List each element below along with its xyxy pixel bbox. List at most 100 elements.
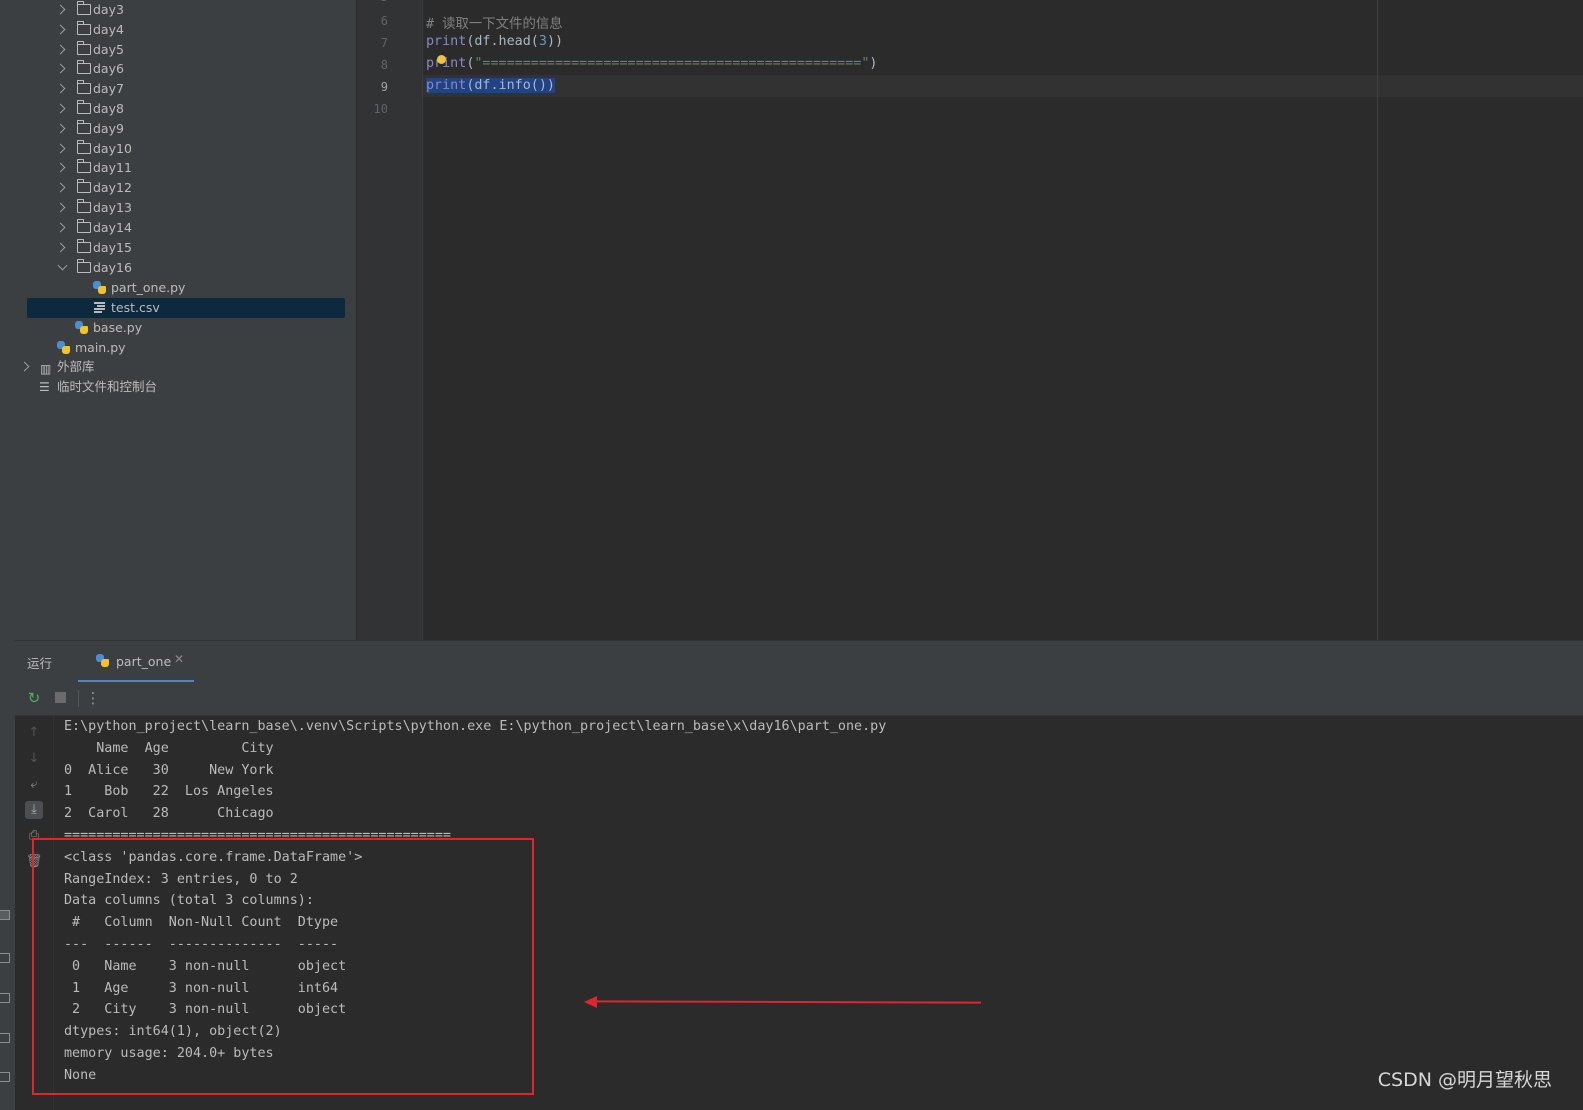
- console-line: 1 Bob 22 Los Angeles: [64, 784, 274, 800]
- python-file-icon: [93, 281, 106, 294]
- scroll-down-icon[interactable]: ↓: [25, 750, 43, 768]
- chevron-right-icon[interactable]: [55, 222, 66, 233]
- tree-folder-label: day14: [93, 219, 132, 235]
- folder-icon: [77, 40, 91, 55]
- tool-strip-marker[interactable]: [0, 1033, 10, 1043]
- tree-folder-label: day15: [93, 239, 132, 255]
- tree-folder-label: day3: [93, 2, 124, 17]
- tree-file-label: base.py: [93, 320, 143, 335]
- tree-folder-label: day8: [93, 101, 124, 116]
- chevron-right-icon[interactable]: [55, 103, 66, 114]
- run-tab-part-one[interactable]: part_one ✕: [78, 641, 194, 683]
- tool-strip-marker[interactable]: [0, 993, 10, 1003]
- tree-item-label: 临时文件和控制台: [57, 379, 158, 394]
- tree-folder-label: day5: [93, 41, 124, 57]
- chevron-right-icon[interactable]: [55, 242, 66, 253]
- chevron-right-icon[interactable]: [55, 44, 66, 55]
- console-line: 0 Alice 30 New York: [64, 762, 274, 778]
- tool-strip-marker[interactable]: [0, 953, 10, 963]
- chevron-right-icon[interactable]: [55, 83, 66, 94]
- soft-wrap-icon[interactable]: ⤶: [25, 776, 43, 794]
- folder-icon: [77, 238, 91, 253]
- tree-folder-day7[interactable]: day7: [55, 79, 355, 99]
- code-line-7[interactable]: print(df.head(3)): [426, 34, 563, 49]
- folder-icon: [77, 20, 91, 35]
- python-file-icon: [96, 654, 109, 667]
- folder-icon: [77, 179, 91, 194]
- editor-gutter: 5 6 7 8 9 10: [357, 0, 423, 640]
- tree-folder-day5[interactable]: day5: [55, 40, 355, 60]
- chevron-right-icon[interactable]: [55, 202, 66, 213]
- tree-folder-label: day12: [93, 180, 132, 196]
- tree-file-main-py[interactable]: main.py: [37, 338, 317, 358]
- folder-icon: [77, 199, 91, 213]
- folder-icon: [77, 1, 91, 15]
- chevron-right-icon[interactable]: [55, 182, 66, 193]
- tool-strip-marker[interactable]: [0, 1072, 10, 1082]
- chevron-right-icon[interactable]: [55, 143, 66, 154]
- code-line-9[interactable]: print(df.info()): [426, 78, 555, 93]
- right-margin-guide: [1377, 0, 1378, 640]
- chevron-right-icon[interactable]: [55, 24, 66, 35]
- chevron-right-icon[interactable]: [55, 162, 66, 173]
- rerun-icon[interactable]: ↻: [25, 689, 43, 707]
- tree-folder-day6[interactable]: day6: [55, 59, 355, 79]
- tree-folder-day12[interactable]: day12: [55, 178, 355, 198]
- tree-folder-day3[interactable]: day3: [55, 0, 355, 20]
- chevron-right-icon[interactable]: [55, 123, 66, 134]
- chevron-down-icon[interactable]: [57, 260, 68, 271]
- tree-folder-label: day9: [93, 120, 124, 136]
- code-line-8[interactable]: print("=================================…: [426, 56, 877, 71]
- run-panel-title: 运行: [27, 656, 53, 671]
- folder-icon: [77, 119, 91, 134]
- line-number: 10: [373, 102, 388, 116]
- stop-icon[interactable]: [55, 692, 66, 703]
- console-line: Name Age City: [64, 740, 274, 756]
- tree-file-part-one[interactable]: part_one.py: [73, 278, 353, 298]
- tree-file-label: test.csv: [111, 300, 160, 315]
- more-options-icon[interactable]: ⋮: [84, 689, 102, 707]
- console-line: E:\python_project\learn_base\.venv\Scrip…: [64, 719, 887, 734]
- tree-folder-day8[interactable]: day8: [55, 99, 355, 119]
- folder-icon: [77, 159, 91, 174]
- annotation-arrow-head: [584, 996, 597, 1008]
- scroll-up-icon[interactable]: ↑: [25, 724, 43, 742]
- tree-folder-day11[interactable]: day11: [55, 158, 355, 178]
- tree-folder-day10[interactable]: day10: [55, 139, 355, 159]
- project-tree-panel: day3 day4 day5 day6 day7 day8 day9 day10 day11 da…: [15, 0, 356, 640]
- python-file-icon: [57, 341, 70, 354]
- annotation-highlight-box: [32, 838, 534, 1095]
- toolbar-separator: [78, 690, 79, 707]
- chevron-right-icon[interactable]: [55, 4, 66, 15]
- tree-folder-day9[interactable]: day9: [55, 119, 355, 139]
- tree-external-libraries[interactable]: ▥ 外部库: [19, 357, 319, 377]
- tree-folder-day4[interactable]: day4: [55, 20, 355, 40]
- code-selection: print(df.info()): [426, 78, 555, 93]
- code-editor[interactable]: # 读取一下文件的信息 print(df.head(3)) print("===…: [423, 0, 1583, 640]
- code-line-6[interactable]: # 读取一下文件的信息: [426, 12, 563, 32]
- run-tab-label: part_one: [116, 654, 172, 669]
- tree-file-test-csv[interactable]: test.csv: [27, 298, 345, 318]
- watermark: CSDN @明月望秋思: [1377, 1069, 1552, 1091]
- tree-folder-day14[interactable]: day14: [55, 218, 355, 238]
- tree-folder-day15[interactable]: day15: [55, 238, 355, 258]
- line-number: 6: [380, 14, 388, 28]
- chevron-right-icon[interactable]: [19, 361, 30, 372]
- chevron-right-icon[interactable]: [55, 63, 66, 74]
- lightbulb-icon[interactable]: [437, 55, 446, 64]
- tree-folder-day13[interactable]: day13: [55, 198, 355, 218]
- folder-icon: [77, 100, 91, 114]
- tree-file-base-py[interactable]: base.py: [55, 318, 335, 338]
- tree-folder-label: day10: [93, 140, 132, 156]
- scroll-to-end-icon[interactable]: ⤓: [25, 801, 43, 819]
- tree-scratches[interactable]: ☰ 临时文件和控制台: [19, 377, 319, 397]
- folder-icon: [77, 80, 91, 95]
- close-icon[interactable]: ✕: [174, 652, 184, 666]
- tree-folder-day16[interactable]: day16: [55, 258, 355, 278]
- library-icon: ▥: [40, 362, 52, 376]
- tree-file-label: main.py: [75, 340, 126, 355]
- tree-folder-label: day11: [93, 160, 132, 176]
- current-line-highlight: [423, 75, 1583, 97]
- tool-strip-marker[interactable]: [0, 910, 10, 920]
- console-line: 2 Carol 28 Chicago: [64, 806, 274, 822]
